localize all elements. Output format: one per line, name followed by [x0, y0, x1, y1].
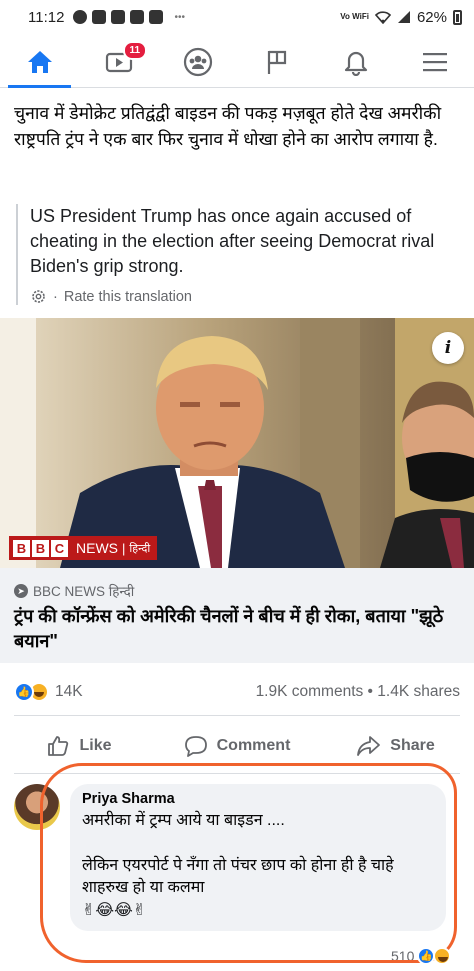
news-notification-icon [130, 10, 145, 24]
gear-icon [32, 290, 45, 303]
bbc-hindi-label: हिन्दी [129, 542, 151, 555]
bbc-letter: B [32, 539, 49, 557]
comment-button[interactable]: Comment [158, 726, 316, 766]
facebook-notification-icon [73, 10, 88, 24]
app-notification-icon [92, 10, 107, 24]
news-photo [0, 318, 474, 568]
action-row: Like Comment Share [0, 726, 474, 766]
haha-reaction-icon [433, 947, 452, 965]
comment-label: Comment [216, 737, 291, 754]
divider [14, 715, 460, 716]
signal-icon [397, 11, 410, 23]
rate-separator: · [53, 288, 58, 305]
translation-text: US President Trump has once again accuse… [30, 206, 435, 276]
status-time: 11:12 [28, 8, 65, 26]
comments-shares-count[interactable]: 1.9K comments • 1.4K shares [256, 683, 460, 701]
tab-home[interactable] [0, 36, 79, 88]
reaction-icons[interactable]: 👍 [14, 682, 49, 702]
more-notifications-icon: ••• [174, 11, 185, 23]
wifi-icon [374, 11, 391, 24]
bbc-news-label: NEWS [76, 540, 118, 556]
rate-translation-row[interactable]: · Rate this translation [30, 288, 456, 305]
reactions-row: 👍 14K 1.9K comments • 1.4K shares [14, 682, 460, 702]
bbc-letter: B [13, 539, 30, 557]
share-label: Share [390, 737, 435, 754]
info-icon[interactable]: i [432, 332, 464, 364]
tab-menu[interactable] [395, 36, 474, 87]
comment-icon [184, 736, 207, 757]
link-source: ➤ BBC NEWS हिन्दी [14, 582, 460, 600]
like-reaction-icon: 👍 [417, 947, 436, 965]
translation-block: US President Trump has once again accuse… [16, 204, 456, 305]
tab-groups[interactable] [158, 36, 237, 87]
like-reaction-icon: 👍 [14, 682, 34, 702]
menu-icon [422, 52, 447, 71]
thumbs-up-icon [48, 736, 69, 756]
link-title: ट्रंप की कॉन्फ्रेंस को अमेरिकी चैनलों ने… [14, 606, 444, 651]
link-caption[interactable]: ➤ BBC NEWS हिन्दी ट्रंप की कॉन्फ्रेंस को… [0, 568, 474, 663]
news-notification-icon-2 [149, 10, 164, 24]
highlight-annotation [40, 763, 457, 963]
status-bar: 11:12 ••• Vo WiFi 62% [0, 0, 474, 34]
bell-icon [344, 51, 367, 76]
bbc-logo: B B C NEWS | हिन्दी [9, 536, 158, 560]
battery-percent: 62% [416, 8, 447, 26]
vowifi-label: Vo WiFi [340, 12, 369, 21]
compass-icon: ➤ [14, 584, 28, 598]
like-label: Like [79, 737, 112, 754]
flag-icon [267, 50, 286, 74]
tab-pages[interactable] [237, 36, 316, 87]
link-source-text: BBC NEWS हिन्दी [33, 584, 135, 599]
bbc-letter: C [51, 539, 68, 557]
share-icon [357, 736, 381, 756]
share-button[interactable]: Share [316, 726, 474, 766]
watch-badge: 11 [122, 41, 148, 60]
gallery-notification-icon [111, 10, 126, 24]
post-text: चुनाव में डेमोक्रेट प्रतिद्वंद्वी बाइडन … [14, 103, 442, 149]
like-button[interactable]: Like [0, 726, 158, 766]
reaction-count[interactable]: 14K [55, 683, 83, 701]
bbc-separator: | [122, 540, 126, 556]
groups-icon [183, 47, 212, 76]
link-preview-image[interactable]: i B B C NEWS | हिन्दी [0, 318, 474, 568]
rate-translation-link[interactable]: Rate this translation [64, 289, 192, 305]
tab-notifications[interactable] [316, 36, 395, 87]
top-nav: 11 [0, 36, 474, 88]
battery-icon [453, 9, 462, 25]
home-icon [27, 50, 52, 73]
tab-watch[interactable]: 11 [79, 36, 158, 87]
